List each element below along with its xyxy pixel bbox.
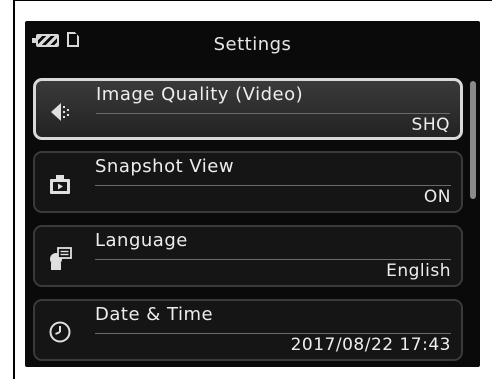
status-bar: Settings — [25, 21, 480, 66]
camera-screen: Settings Image Quality (Video) SHQ Snaps… — [25, 21, 480, 367]
menu-item-image-quality[interactable]: Image Quality (Video) SHQ — [33, 78, 463, 140]
menu-item-label: Snapshot View — [95, 156, 235, 177]
menu-item-language[interactable]: Language English — [33, 225, 463, 287]
menu-item-label: Image Quality (Video) — [96, 84, 304, 105]
menu-item-label: Date & Time — [95, 304, 214, 325]
divider — [96, 113, 450, 114]
divider — [95, 185, 451, 186]
snapshot-icon — [50, 175, 70, 194]
page-frame-left — [13, 0, 15, 379]
menu-item-label: Language — [95, 230, 188, 251]
divider — [95, 333, 451, 334]
language-icon — [50, 247, 72, 270]
image-quality-icon — [51, 103, 69, 121]
page-title: Settings — [213, 34, 292, 55]
scrollbar[interactable] — [470, 81, 476, 199]
menu-item-date-time[interactable]: Date & Time 2017/08/22 17:43 — [33, 299, 463, 361]
menu-item-snapshot-view[interactable]: Snapshot View ON — [33, 151, 463, 213]
menu-item-value: 2017/08/22 17:43 — [290, 335, 451, 355]
page-frame-top — [13, 0, 492, 1]
menu-item-value: SHQ — [411, 115, 450, 135]
menu-item-value: English — [386, 261, 451, 281]
menu-item-value: ON — [423, 187, 451, 207]
divider — [95, 259, 451, 260]
clock-icon — [49, 321, 71, 343]
